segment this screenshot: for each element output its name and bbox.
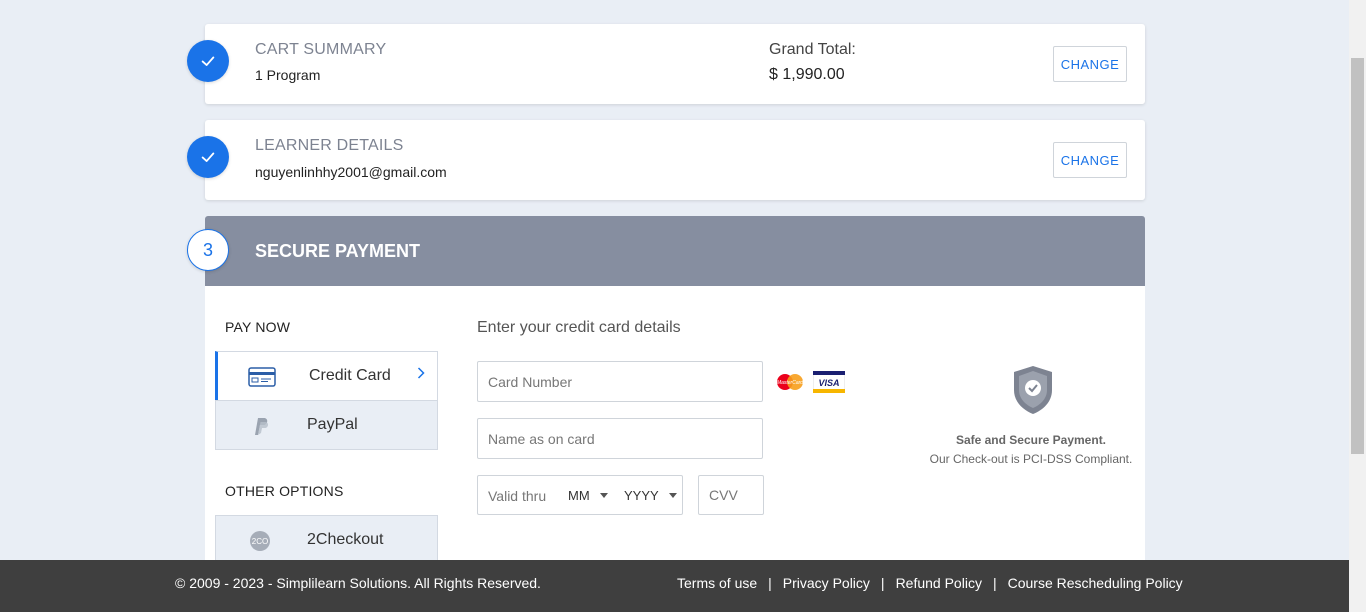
- pay-now-label: PAY NOW: [225, 319, 291, 335]
- card-number-input[interactable]: [478, 362, 762, 401]
- credit-card-label: Credit Card: [309, 367, 391, 384]
- secure-payment-title: SECURE PAYMENT: [255, 241, 421, 261]
- paypal-label: PayPal: [307, 416, 358, 433]
- month-selected-value: MM: [568, 488, 590, 503]
- cart-summary-title: CART SUMMARY: [255, 41, 387, 58]
- cart-program-count: 1 Program: [255, 67, 321, 83]
- step-2-complete-icon: [187, 136, 229, 178]
- paypal-method[interactable]: PayPal: [215, 400, 438, 450]
- chevron-down-icon: [599, 493, 608, 498]
- refund-policy-link[interactable]: Refund Policy: [896, 575, 982, 591]
- mastercard-icon: MasterCard: [774, 372, 806, 392]
- 2checkout-label: 2Checkout: [307, 531, 384, 548]
- svg-text:2CO: 2CO: [252, 537, 268, 546]
- chevron-down-icon: [668, 493, 677, 498]
- secure-payment-body: PAY NOW Credit Card PayPal OTHER OPTIONS…: [205, 286, 1145, 566]
- month-select[interactable]: MM: [568, 488, 608, 503]
- footer-links: Terms of use | Privacy Policy | Refund P…: [677, 575, 1183, 591]
- other-options-label: OTHER OPTIONS: [225, 483, 344, 499]
- checkmark-icon: [201, 152, 215, 162]
- copyright-text: © 2009 - 2023 - Simplilearn Solutions. A…: [175, 575, 541, 591]
- name-on-card-input[interactable]: [478, 419, 762, 458]
- paypal-icon: [246, 415, 274, 437]
- secure-payment-header: SECURE PAYMENT: [205, 216, 1145, 286]
- credit-card-icon: [248, 366, 276, 388]
- year-selected-value: YYYY: [624, 488, 659, 503]
- checkmark-icon: [201, 56, 215, 66]
- chevron-right-icon: [417, 366, 425, 384]
- shield-icon: [1011, 364, 1055, 416]
- card-number-field[interactable]: [477, 361, 763, 402]
- year-select[interactable]: YYYY: [624, 488, 677, 503]
- page-footer: © 2009 - 2023 - Simplilearn Solutions. A…: [0, 560, 1349, 612]
- cart-summary-card: CART SUMMARY 1 Program Grand Total: $ 1,…: [205, 24, 1145, 104]
- cvv-input[interactable]: [699, 476, 763, 514]
- footer-separator: |: [768, 575, 772, 591]
- learner-change-button[interactable]: CHANGE: [1053, 142, 1127, 178]
- grand-total-label: Grand Total:: [769, 41, 856, 58]
- privacy-policy-link[interactable]: Privacy Policy: [783, 575, 870, 591]
- card-form-title: Enter your credit card details: [477, 319, 681, 336]
- footer-separator: |: [880, 575, 885, 591]
- step-1-complete-icon: [187, 40, 229, 82]
- pci-compliance-note: Our Check-out is PCI-DSS Compliant.: [929, 452, 1133, 466]
- learner-details-card: LEARNER DETAILS nguyenlinhhy2001@gmail.c…: [205, 120, 1145, 200]
- vertical-scrollbar[interactable]: [1349, 0, 1366, 612]
- grand-total-value: $ 1,990.00: [769, 66, 845, 83]
- 2checkout-icon: 2CO: [246, 530, 274, 552]
- credit-card-method[interactable]: Credit Card: [215, 351, 438, 401]
- valid-thru-label: Valid thru: [488, 488, 547, 504]
- visa-icon: VISA: [812, 370, 846, 394]
- cvv-field[interactable]: [698, 475, 764, 515]
- footer-separator: |: [992, 575, 997, 591]
- learner-email: nguyenlinhhy2001@gmail.com: [255, 164, 447, 180]
- svg-text:VISA: VISA: [818, 378, 839, 388]
- scrollbar-thumb[interactable]: [1351, 58, 1364, 454]
- svg-text:MasterCard: MasterCard: [777, 380, 803, 386]
- terms-of-use-link[interactable]: Terms of use: [677, 575, 757, 591]
- secure-payment-note-title: Safe and Secure Payment.: [955, 433, 1107, 447]
- step-3-number: 3: [187, 229, 229, 271]
- cart-change-button[interactable]: CHANGE: [1053, 46, 1127, 82]
- learner-details-title: LEARNER DETAILS: [255, 137, 404, 154]
- course-rescheduling-policy-link[interactable]: Course Rescheduling Policy: [1008, 575, 1183, 591]
- valid-thru-field: Valid thru MM YYYY: [477, 475, 683, 515]
- 2checkout-method[interactable]: 2CO 2Checkout: [215, 515, 438, 565]
- name-on-card-field[interactable]: [477, 418, 763, 459]
